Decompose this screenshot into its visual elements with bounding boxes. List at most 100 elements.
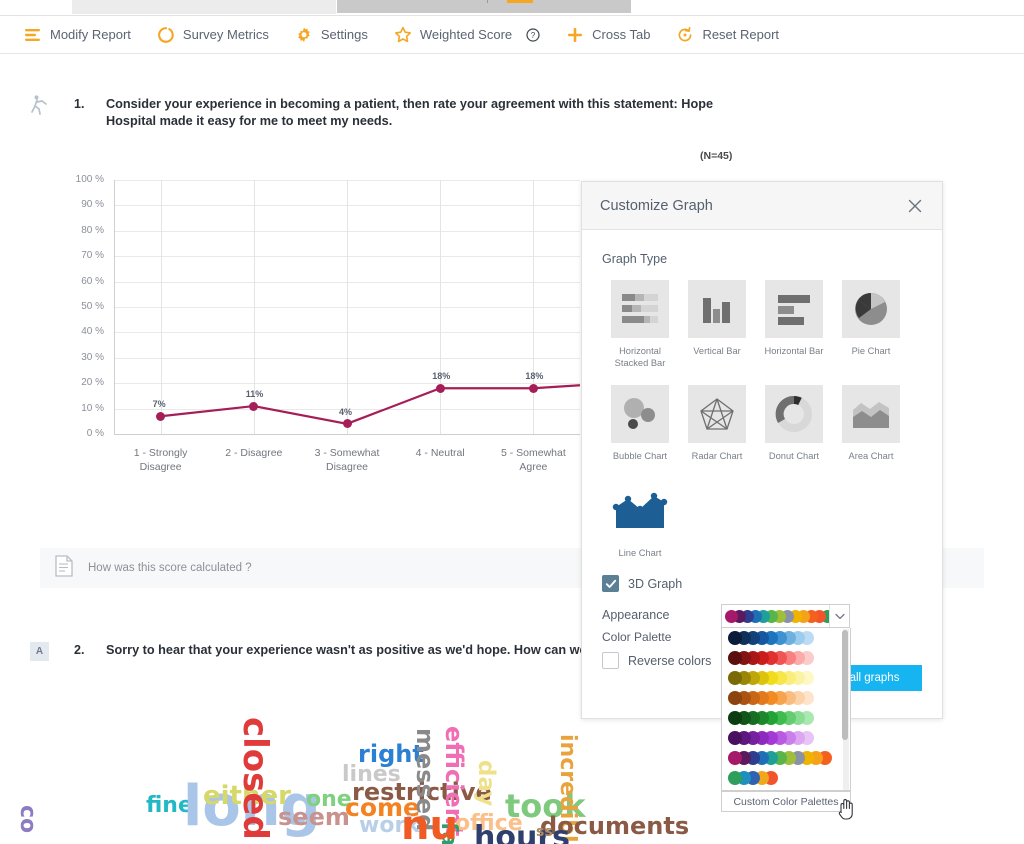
- graph-type-horizontal-bar[interactable]: Horizontal Bar: [756, 280, 832, 369]
- graph-type-label: Horizontal Bar: [756, 345, 832, 357]
- reverse-colors-label: Reverse colors: [628, 654, 711, 668]
- help-circle-icon[interactable]: ?: [526, 28, 540, 42]
- palette-swatch: [728, 731, 742, 745]
- chart-data-label: 18%: [432, 371, 450, 381]
- radar-chart-icon: [688, 385, 746, 443]
- document-icon: [54, 555, 74, 582]
- question-number: 1.: [74, 97, 84, 111]
- donut-chart-icon: [765, 385, 823, 443]
- toolbar-label: Weighted Score: [420, 27, 512, 42]
- palette-option[interactable]: [722, 668, 850, 688]
- pie-chart-icon: [842, 280, 900, 338]
- graph-type-grid-row-1: Horizontal Stacked Bar Vertical Bar: [602, 280, 922, 369]
- word-cloud-word[interactable]: nu: [401, 806, 458, 844]
- bubble-chart-icon: [611, 385, 669, 443]
- chart-data-label: 4%: [339, 407, 352, 417]
- palette-swatch: [728, 691, 742, 705]
- palette-swatch: [725, 610, 738, 623]
- chart-data-point[interactable]: [436, 384, 445, 393]
- selected-palette-preview: [722, 610, 829, 623]
- palette-option[interactable]: [722, 748, 850, 768]
- question-number: 2.: [74, 643, 84, 657]
- palette-swatch: [728, 651, 742, 665]
- area-chart-icon: [842, 385, 900, 443]
- question-text: Sorry to hear that your experience wasn'…: [106, 642, 596, 659]
- 3d-graph-label: 3D Graph: [628, 577, 682, 591]
- toolbar-item-reset-report[interactable]: Reset Report: [676, 26, 779, 44]
- chart-data-point[interactable]: [343, 419, 352, 428]
- word-cloud-word[interactable]: closed: [238, 717, 272, 840]
- color-palette-label: Color Palette: [602, 630, 722, 644]
- top-tab-inactive[interactable]: [72, 0, 336, 14]
- horizontal-stacked-bar-icon: [611, 280, 669, 338]
- palette-option[interactable]: [722, 648, 850, 668]
- chart-x-tick-label: 4 - Neutral: [393, 446, 487, 460]
- graph-type-bubble-chart[interactable]: Bubble Chart: [602, 385, 678, 462]
- graph-type-label: Vertical Bar: [679, 345, 755, 357]
- star-icon: [394, 26, 412, 44]
- word-cloud-word[interactable]: co: [16, 805, 38, 833]
- chart-x-tick-label: 5 - Somewhat Agree: [486, 446, 580, 474]
- chart-data-point[interactable]: [529, 384, 538, 393]
- graph-type-vertical-bar[interactable]: Vertical Bar: [679, 280, 755, 369]
- 3d-graph-toggle[interactable]: 3D Graph: [602, 575, 922, 592]
- reset-clock-icon: [676, 26, 694, 44]
- close-icon[interactable]: [906, 197, 924, 215]
- top-tab-active[interactable]: [336, 0, 632, 14]
- word-cloud-word[interactable]: ss: [536, 825, 553, 839]
- chart-data-point[interactable]: [249, 402, 258, 411]
- panel-title: Customize Graph: [600, 198, 713, 214]
- graph-type-grid-row-3: Line Chart: [602, 482, 678, 559]
- toolbar-item-cross-tab[interactable]: Cross Tab: [566, 26, 650, 44]
- chart-data-label: 18%: [525, 371, 543, 381]
- chevron-down-icon[interactable]: [829, 605, 849, 627]
- palette-option[interactable]: [722, 628, 850, 648]
- word-cloud-word[interactable]: hours: [474, 823, 570, 844]
- palette-swatch: [728, 631, 742, 645]
- chart-data-label: 11%: [246, 389, 264, 399]
- graph-type-label: Horizontal Stacked Bar: [602, 345, 678, 369]
- color-palette-dropdown[interactable]: [721, 628, 851, 791]
- graph-type-area-chart[interactable]: Area Chart: [833, 385, 909, 462]
- tab-orange-chip: [507, 0, 533, 3]
- chart-x-tick-label: 3 - Somewhat Disagree: [300, 446, 394, 474]
- graph-type-pie-chart[interactable]: Pie Chart: [833, 280, 909, 369]
- chart-x-tick-label: 2 - Disagree: [207, 446, 301, 460]
- palette-option[interactable]: [722, 728, 850, 748]
- graph-type-radar-chart[interactable]: Radar Chart: [679, 385, 755, 462]
- toolbar-item-settings[interactable]: Settings: [295, 26, 368, 44]
- graph-type-donut-chart[interactable]: Donut Chart: [756, 385, 832, 462]
- palette-swatch: [728, 771, 742, 785]
- gear-icon: [295, 26, 313, 44]
- toolbar-item-modify-report[interactable]: Modify Report: [24, 26, 131, 44]
- hamburger-icon: [24, 26, 42, 44]
- plus-icon: [566, 26, 584, 44]
- graph-type-grid-row-2: Bubble Chart Radar Chart: [602, 385, 922, 462]
- toolbar-label: Settings: [321, 27, 368, 42]
- dropdown-scrollbar-track[interactable]: [843, 629, 849, 790]
- toolbar-item-survey-metrics[interactable]: Survey Metrics: [157, 26, 269, 44]
- palette-option[interactable]: [722, 708, 850, 728]
- graph-type-label: Line Chart: [602, 547, 678, 559]
- dropdown-scrollbar-thumb[interactable]: [842, 630, 848, 740]
- graph-type-label: Pie Chart: [833, 345, 909, 357]
- palette-swatch: [728, 671, 742, 685]
- toolbar-label: Survey Metrics: [183, 27, 269, 42]
- top-tab-strip: [0, 0, 1024, 16]
- toolbar-item-weighted-score[interactable]: Weighted Score ?: [394, 26, 540, 44]
- chart-data-point[interactable]: [156, 412, 165, 421]
- vertical-bar-icon: [688, 280, 746, 338]
- score-explanation-label: How was this score calculated ?: [88, 562, 252, 574]
- palette-swatch: [728, 751, 742, 765]
- palette-option[interactable]: [722, 768, 850, 788]
- word-cloud: cofinelongeitherclosedseemonecomeworkrig…: [0, 700, 1024, 844]
- graph-type-label: Radar Chart: [679, 450, 755, 462]
- color-palette-select[interactable]: [721, 604, 850, 628]
- graph-type-label: Donut Chart: [756, 450, 832, 462]
- custom-color-palettes-button[interactable]: Custom Color Palettes: [721, 791, 851, 812]
- graph-type-horizontal-stacked-bar[interactable]: Horizontal Stacked Bar: [602, 280, 678, 369]
- panel-header: Customize Graph: [582, 182, 942, 230]
- word-cloud-word[interactable]: day: [474, 760, 497, 806]
- graph-type-line-chart[interactable]: Line Chart: [602, 482, 678, 559]
- palette-option[interactable]: [722, 688, 850, 708]
